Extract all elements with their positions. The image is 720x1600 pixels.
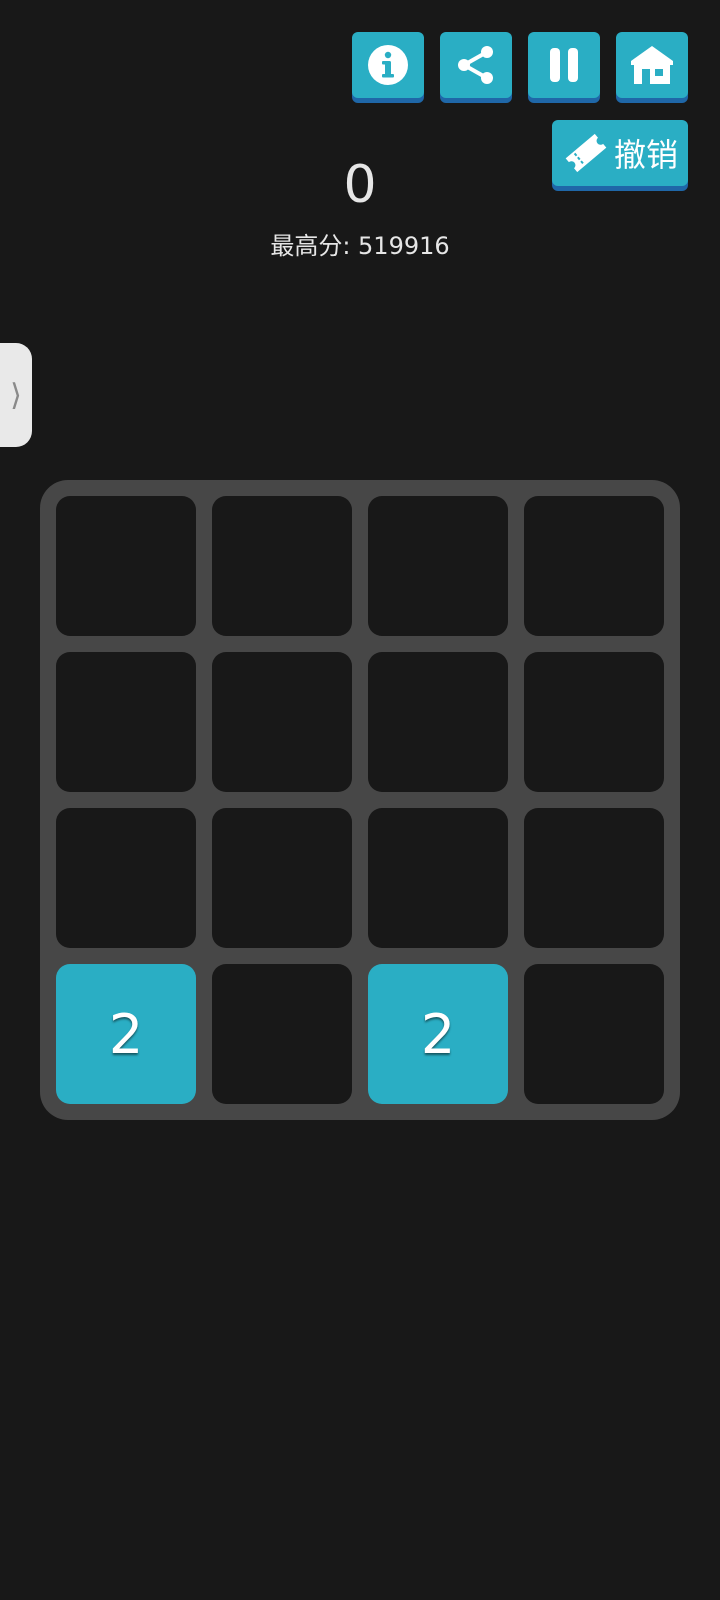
info-icon bbox=[366, 43, 410, 87]
home-icon bbox=[628, 43, 676, 87]
board-cell bbox=[524, 496, 664, 636]
tile-2: 2 bbox=[56, 964, 196, 1104]
board-cell bbox=[524, 964, 664, 1104]
board-cell bbox=[212, 496, 352, 636]
info-button[interactable] bbox=[352, 32, 424, 98]
board-cell bbox=[212, 808, 352, 948]
board-cell bbox=[56, 496, 196, 636]
game-board[interactable]: 2 2 bbox=[40, 480, 680, 1120]
board-cell bbox=[368, 496, 508, 636]
board-cell bbox=[368, 652, 508, 792]
board-cell bbox=[212, 652, 352, 792]
board-cell bbox=[368, 808, 508, 948]
tile-2: 2 bbox=[368, 964, 508, 1104]
board-cell bbox=[524, 652, 664, 792]
side-drawer-tab[interactable]: ⟩ bbox=[0, 343, 32, 447]
pause-icon bbox=[542, 43, 586, 87]
board-cell bbox=[56, 652, 196, 792]
game-screen: 撤销 0 最高分: 519916 ⟩ 2 2 bbox=[0, 0, 720, 1600]
board-cell bbox=[524, 808, 664, 948]
current-score: 0 bbox=[343, 155, 377, 215]
home-button[interactable] bbox=[616, 32, 688, 98]
share-icon bbox=[454, 43, 498, 87]
board-cell bbox=[56, 808, 196, 948]
board-cell bbox=[212, 964, 352, 1104]
pause-button[interactable] bbox=[528, 32, 600, 98]
best-score: 最高分: 519916 bbox=[270, 232, 450, 260]
chevron-right-icon: ⟩ bbox=[10, 377, 22, 413]
share-button[interactable] bbox=[440, 32, 512, 98]
